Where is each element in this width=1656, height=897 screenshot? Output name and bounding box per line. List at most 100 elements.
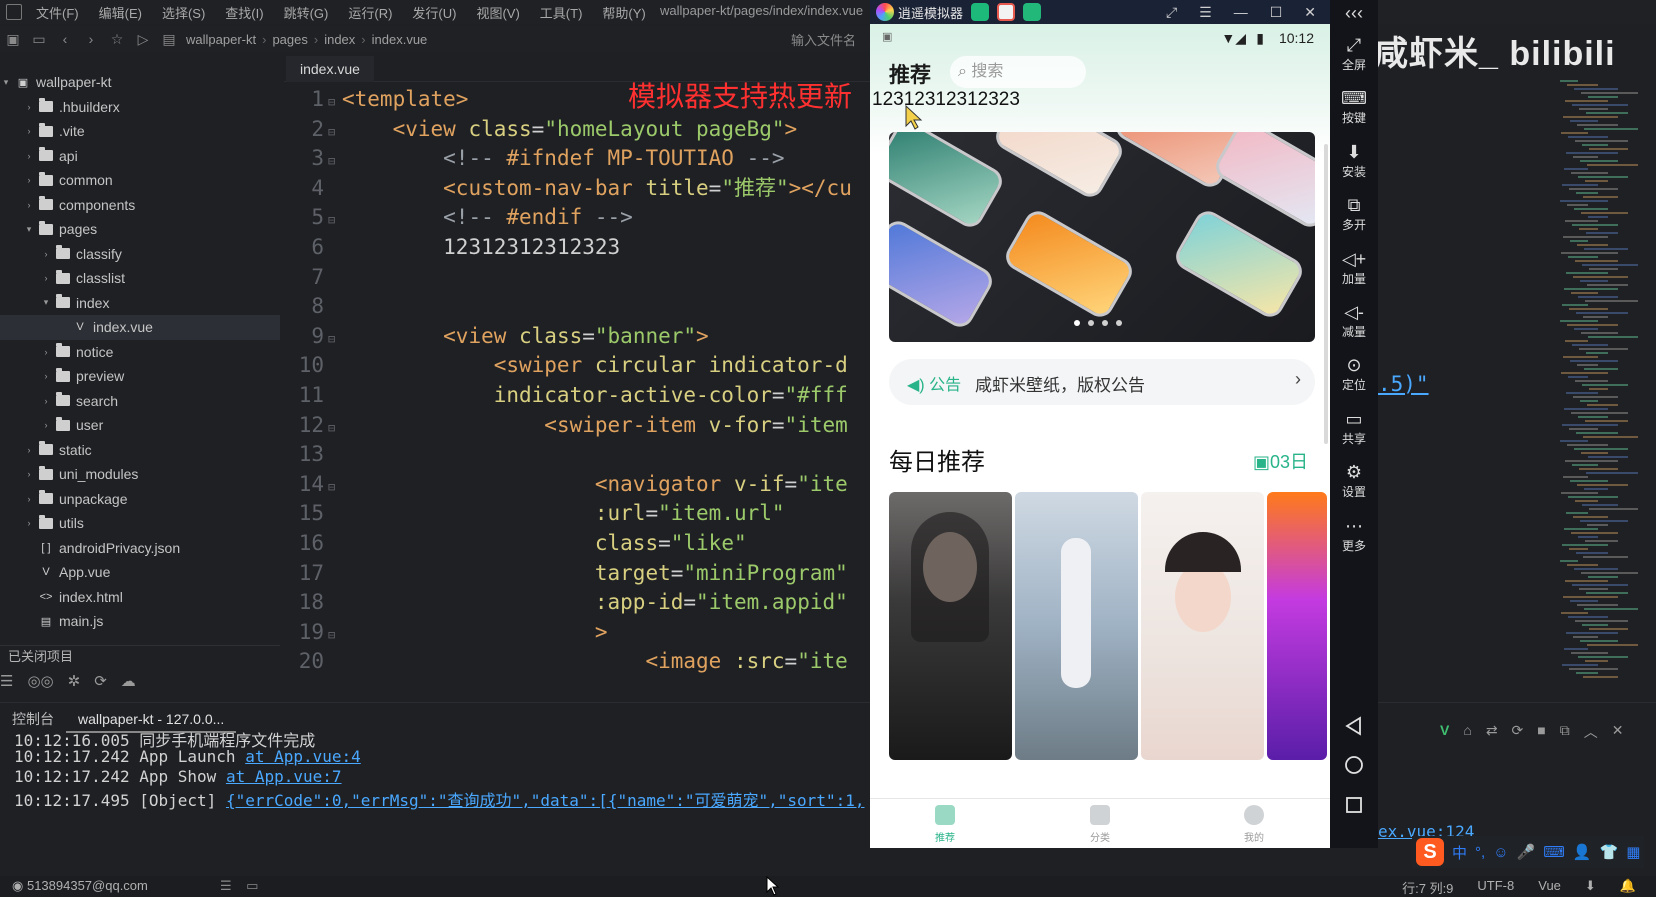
tree-item-api[interactable]: › api (0, 144, 280, 169)
banner-swiper[interactable] (889, 132, 1315, 342)
fullscreen-icon[interactable]: ⤢ (1166, 4, 1177, 21)
sidebar-toggle-icon[interactable]: ▣ (0, 31, 26, 48)
tree-item-app-vue[interactable]: V App.vue (0, 560, 280, 585)
collapse-panel-button[interactable]: ‹‹‹ (1330, 2, 1378, 24)
wallpaper-thumbnail[interactable] (1141, 492, 1264, 760)
scrollbar[interactable] (1324, 144, 1328, 444)
tree-item-utils[interactable]: › utils (0, 511, 280, 536)
emulator-button-fullscreen[interactable]: ⤢ 全屏 (1330, 34, 1378, 73)
tree-item-user[interactable]: › user (0, 413, 280, 438)
tab-classify[interactable]: 分类 (1070, 805, 1130, 844)
code-line[interactable]: 12 ⊟ <swiper-item v-for="item (284, 410, 872, 441)
save-icon[interactable]: ▭ (26, 31, 52, 48)
sogou-logo-icon[interactable]: S (1416, 838, 1444, 866)
forward-icon[interactable]: › (78, 31, 104, 47)
recents-square-icon[interactable] (1344, 795, 1364, 815)
code-line[interactable]: 20 <image :src="ite (284, 646, 872, 677)
punctuation-icon[interactable]: °, (1475, 844, 1485, 861)
code-line[interactable]: 15 :url="item.url" (284, 498, 872, 529)
code-line[interactable]: 4 <custom-nav-bar title="推荐"></cu (284, 173, 872, 204)
code-line[interactable]: 17 target="miniProgram" (284, 558, 872, 589)
tree-item-hbuilderx[interactable]: › .hbuilderx (0, 95, 280, 120)
emulator-app-icon[interactable] (1023, 3, 1042, 21)
encoding[interactable]: UTF-8 (1477, 878, 1514, 897)
keyboard-icon[interactable]: ⌨ (1543, 843, 1565, 861)
code-line[interactable]: 19 ⊟ > (284, 617, 872, 648)
emulator-button-location[interactable]: ⊙ 定位 (1330, 354, 1378, 393)
emulator-button-volume-down[interactable]: ◁- 减量 (1330, 301, 1378, 340)
back-icon[interactable]: ‹ (52, 31, 78, 47)
wrap-icon[interactable]: ⇄ (1486, 722, 1498, 742)
sync-icon[interactable]: ⟳ (94, 672, 107, 696)
wallpaper-thumbnail[interactable] (889, 492, 1012, 760)
search-input[interactable]: ⌕ 搜索 (950, 56, 1086, 88)
menu-tools[interactable]: 工具(T) (530, 3, 593, 22)
stop-icon[interactable]: ■ (1537, 722, 1545, 742)
code-line[interactable]: 6 12312312312323 (284, 232, 872, 263)
menu-select[interactable]: 选择(S) (152, 3, 215, 22)
mic-icon[interactable]: 🎤 (1517, 843, 1536, 861)
status-user[interactable]: ◉ 513894357@qq.com (12, 878, 148, 894)
emulator-button-more[interactable]: ⋯ 更多 (1330, 515, 1378, 554)
tree-item-search[interactable]: › search (0, 389, 280, 414)
tree-item-index-html[interactable]: <> index.html (0, 585, 280, 610)
emulator-button-gear[interactable]: ⚙ 设置 (1330, 461, 1378, 500)
file-search-input[interactable]: 输入文件名 (791, 30, 856, 49)
tree-item-uni-modules[interactable]: › uni_modules (0, 462, 280, 487)
breadcrumb-project[interactable]: wallpaper-kt (182, 32, 260, 47)
code-line[interactable]: 9 ⊟ <view class="banner"> (284, 321, 872, 352)
download-icon[interactable]: ⬇ (1585, 878, 1596, 897)
emulator-button-apk-install[interactable]: ⬇ 安装 (1330, 141, 1378, 180)
close-icon[interactable]: ✕ (1304, 4, 1316, 21)
cloud-icon[interactable]: ☁ (121, 672, 136, 696)
emulator-button-keyboard[interactable]: ⌨ 按键 (1330, 87, 1378, 126)
home-circle-icon[interactable] (1344, 755, 1364, 775)
minimize-icon[interactable]: — (1234, 4, 1248, 21)
menu-icon[interactable]: ☰ (1199, 4, 1212, 21)
menu-icon[interactable]: ☰ (0, 672, 13, 696)
bell-icon[interactable]: 🔔 (1620, 878, 1636, 897)
closed-projects-header[interactable]: 已关闭项目 (0, 645, 280, 667)
menu-goto[interactable]: 跳转(G) (274, 3, 339, 22)
log-link[interactable]: {"errCode":0,"errMsg":"查询成功","data":[{"n… (226, 791, 865, 810)
banner-dot[interactable] (1102, 320, 1108, 326)
menu-file[interactable]: 文件(F) (26, 3, 89, 22)
menu-run[interactable]: 运行(R) (338, 3, 402, 22)
emulator-app-icon[interactable] (971, 3, 990, 21)
back-triangle-icon[interactable] (1344, 716, 1364, 736)
menu-publish[interactable]: 发行(U) (402, 3, 466, 22)
emulator-button-share-folder[interactable]: ▭ 共享 (1330, 408, 1378, 447)
menu-help[interactable]: 帮助(Y) (592, 3, 655, 22)
wallpaper-thumbnail[interactable] (1267, 492, 1327, 760)
tree-item-unpackage[interactable]: › unpackage (0, 487, 280, 512)
code-line[interactable]: 5 ⊟ <!-- #endif --> (284, 202, 872, 233)
emoji-icon[interactable]: ☺ (1493, 844, 1508, 861)
language-mode[interactable]: Vue (1538, 878, 1561, 897)
tree-item-common[interactable]: › common (0, 168, 280, 193)
notice-bar[interactable]: ◀) 公告 咸虾米壁纸，版权公告 › (889, 359, 1315, 405)
tab-index-vue[interactable]: index.vue (286, 56, 374, 82)
cursor-position[interactable]: 行:7 列:9 (1402, 878, 1453, 897)
breadcrumb-pages[interactable]: pages (268, 32, 311, 47)
chevron-up-icon[interactable]: ︿ (1584, 722, 1598, 742)
banner-dot[interactable] (1074, 320, 1080, 326)
tree-project-root[interactable]: ▾ ▣ wallpaper-kt (0, 70, 280, 95)
banner-dot[interactable] (1088, 320, 1094, 326)
code-line[interactable]: 13 (284, 439, 872, 470)
code-editor[interactable]: 1 ⊟ <template> 2 ⊟ <view class="homeLayout p… (284, 86, 872, 698)
tree-item-index-vue[interactable]: Vindex.vue (0, 315, 280, 340)
maximize-icon[interactable]: ☐ (1270, 4, 1283, 21)
run-icon[interactable]: ▷ (130, 31, 156, 48)
code-line[interactable]: 10 <swiper circular indicator-d (284, 350, 872, 381)
ime-mode[interactable]: 中 (1452, 842, 1467, 863)
log-link[interactable]: at App.vue:7 (226, 767, 342, 786)
tree-item-main-js[interactable]: ▤ main.js (0, 609, 280, 634)
code-line[interactable]: 14 ⊟ <navigator v-if="ite (284, 469, 872, 500)
emulator-button-volume-up[interactable]: ◁+ 加量 (1330, 248, 1378, 287)
star-icon[interactable]: ☆ (104, 31, 130, 48)
filter-icon[interactable]: V (1440, 722, 1449, 742)
binoculars-icon[interactable]: ◎◎ (27, 672, 53, 696)
user-icon[interactable]: 👤 (1573, 843, 1592, 861)
tree-item-androidprivacy-json[interactable]: [ ] androidPrivacy.json (0, 536, 280, 561)
lock-icon[interactable]: ⌂ (1463, 722, 1471, 742)
